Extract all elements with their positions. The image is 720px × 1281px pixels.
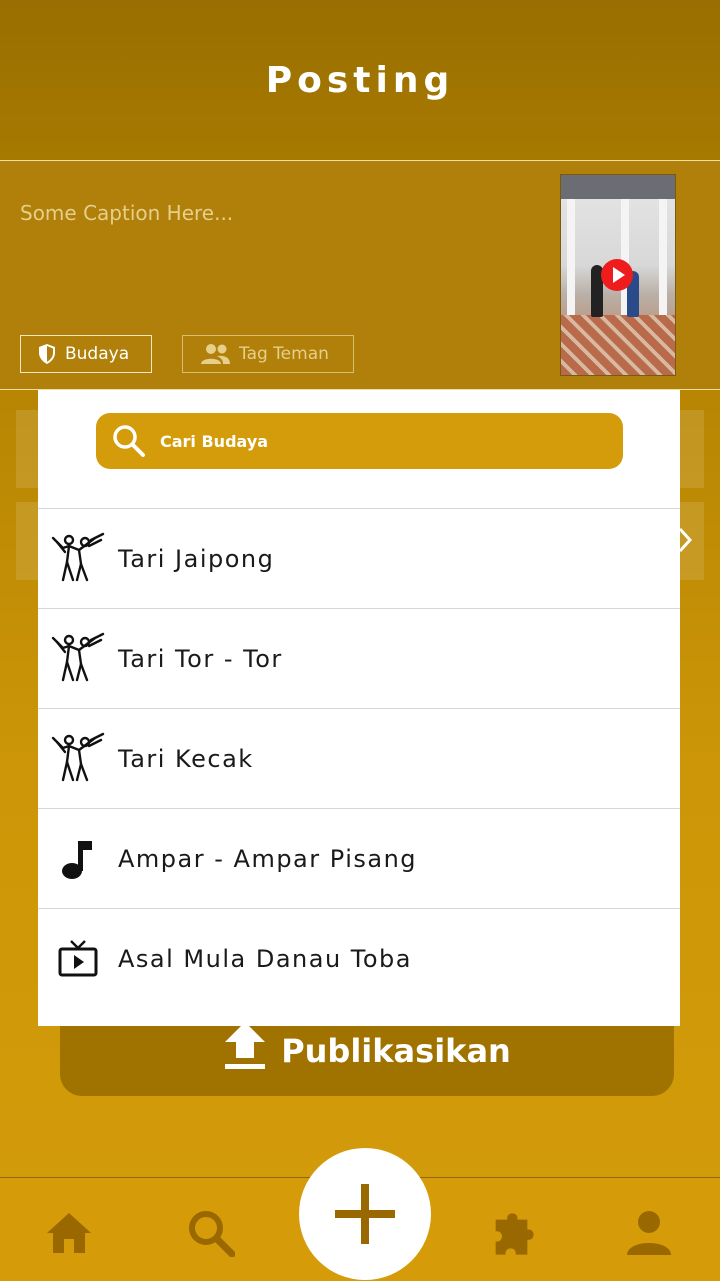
header-bar: Posting <box>0 0 720 161</box>
thumb-pillar <box>567 199 575 319</box>
list-item[interactable]: Ampar - Ampar Pisang <box>38 808 680 908</box>
search-bar[interactable] <box>96 413 623 469</box>
upload-icon <box>225 1022 266 1069</box>
publish-label: Publikasikan <box>281 1032 511 1070</box>
tv-icon <box>48 929 108 989</box>
page-title: Posting <box>265 59 455 101</box>
thumb-floor <box>561 315 675 375</box>
item-label: Tari Jaipong <box>118 544 275 573</box>
play-icon[interactable] <box>601 259 633 291</box>
puzzle-icon[interactable] <box>494 1208 544 1258</box>
home-icon[interactable] <box>44 1208 94 1258</box>
caption-input[interactable]: Some Caption Here... <box>20 201 233 225</box>
thumb-pillar <box>659 199 667 319</box>
culture-dropdown: Tari Jaipong Tari Tor - Tor <box>38 390 680 1026</box>
dance-icon <box>48 729 108 789</box>
item-label: Asal Mula Danau Toba <box>118 944 412 973</box>
add-post-button[interactable] <box>299 1148 431 1280</box>
compose-panel: Some Caption Here... Budaya Tag Teman <box>0 161 720 390</box>
item-label: Ampar - Ampar Pisang <box>118 844 418 873</box>
list-item[interactable]: Tari Jaipong <box>38 508 680 608</box>
budaya-button[interactable]: Budaya <box>20 335 152 373</box>
shield-icon <box>39 344 55 364</box>
item-label: Tari Kecak <box>118 744 254 773</box>
thumb-roof <box>561 175 675 199</box>
search-icon <box>113 425 145 457</box>
budaya-label: Budaya <box>65 344 130 364</box>
tag-label: Tag Teman <box>239 344 329 364</box>
list-item[interactable]: Tari Tor - Tor <box>38 608 680 708</box>
list-item[interactable]: Tari Kecak <box>38 708 680 808</box>
dance-icon <box>48 529 108 589</box>
people-icon <box>201 344 230 364</box>
tag-friends-button[interactable]: Tag Teman <box>182 335 354 373</box>
dance-icon <box>48 629 108 689</box>
list-item[interactable]: Asal Mula Danau Toba <box>38 908 680 1008</box>
search-icon[interactable] <box>186 1208 236 1258</box>
item-label: Tari Tor - Tor <box>118 644 283 673</box>
person-icon[interactable] <box>624 1208 674 1258</box>
search-input[interactable] <box>158 430 602 452</box>
music-note-icon <box>48 829 108 889</box>
video-thumbnail[interactable] <box>560 174 676 376</box>
add-icon <box>335 1184 395 1244</box>
